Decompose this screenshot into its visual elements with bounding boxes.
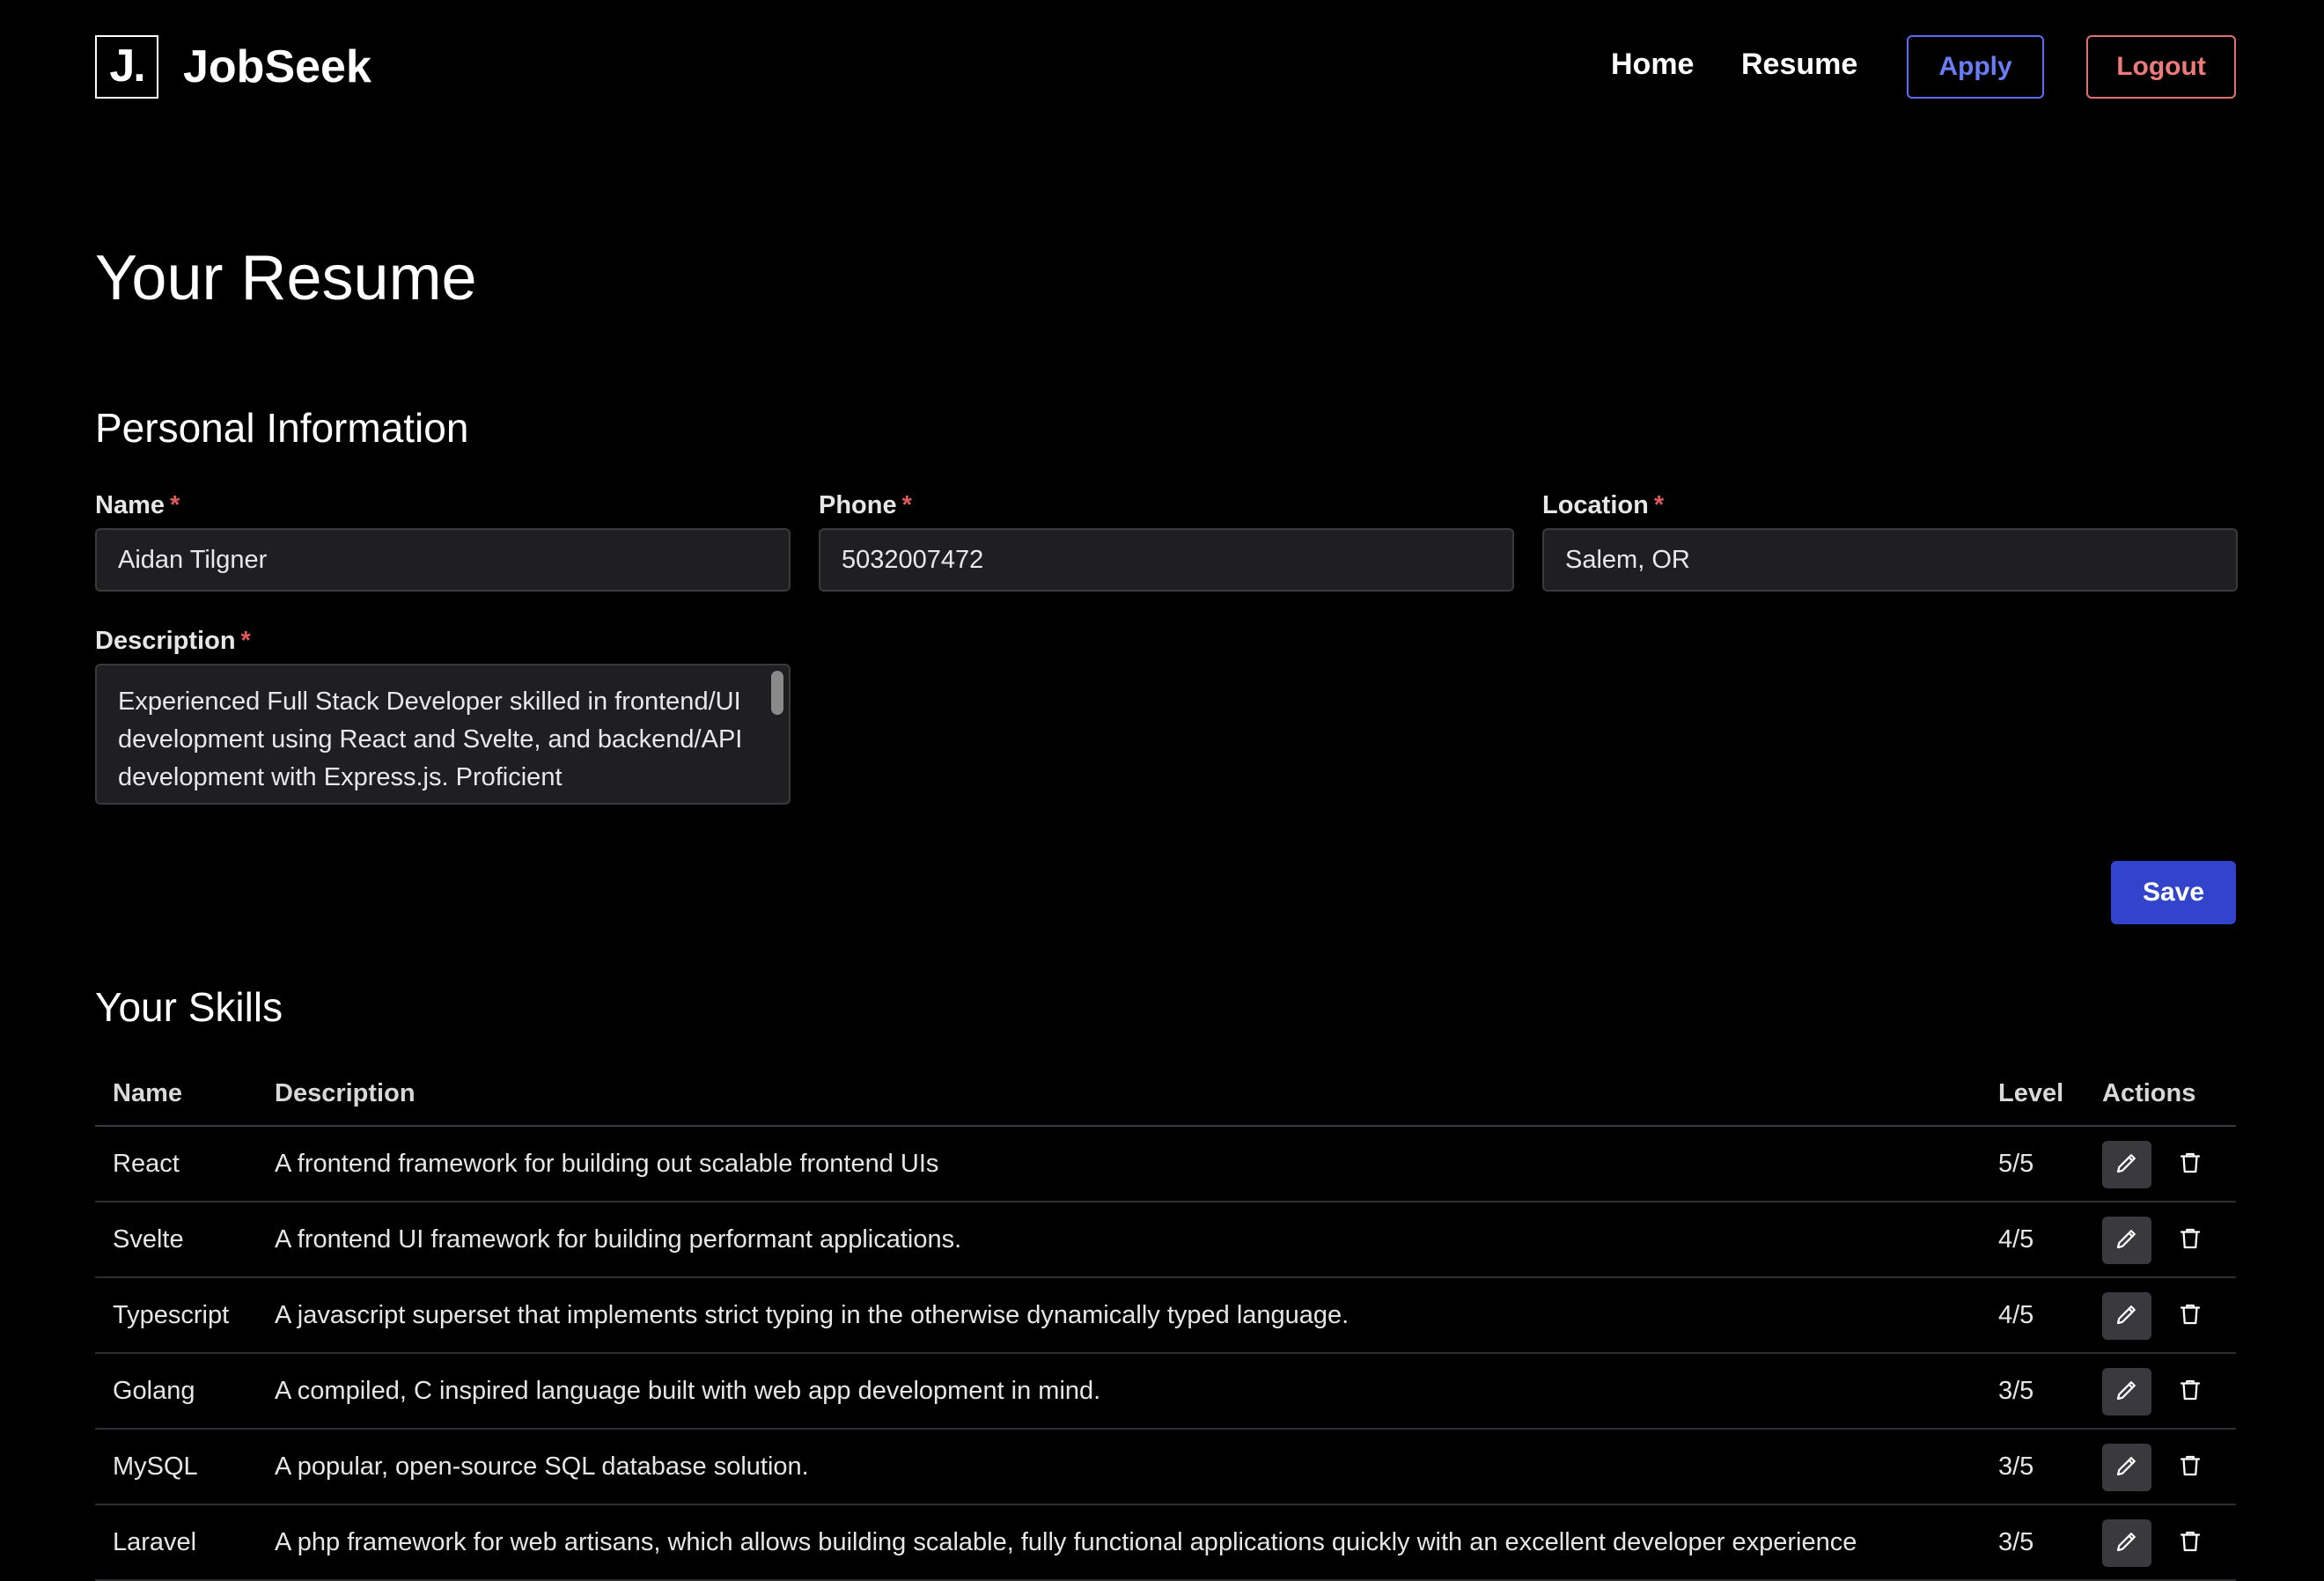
skill-level: 5/5 (1998, 1150, 2034, 1178)
phone-label: Phone * (819, 491, 912, 519)
delete-skill-button[interactable] (2166, 1141, 2215, 1188)
trash-icon (2177, 1377, 2203, 1408)
table-row: Svelte A frontend UI framework for buildi… (95, 1202, 2236, 1278)
skill-description: A frontend UI framework for building per… (275, 1225, 962, 1254)
personal-info-heading: Personal Information (95, 405, 469, 451)
location-input[interactable]: Salem, OR (1542, 528, 2238, 592)
pencil-icon (2114, 1452, 2140, 1483)
description-label: Description * (95, 627, 251, 655)
name-label: Name * (95, 491, 180, 519)
trash-icon (2177, 1528, 2203, 1559)
save-button[interactable]: Save (2111, 861, 2236, 924)
pencil-icon (2114, 1528, 2140, 1559)
skill-level: 3/5 (1998, 1452, 2034, 1481)
column-header-actions: Actions (2102, 1079, 2196, 1107)
edit-skill-button[interactable] (2102, 1217, 2151, 1264)
column-header-name: Name (113, 1079, 182, 1107)
skill-description: A php framework for web artisans, which … (275, 1528, 1857, 1556)
name-input[interactable]: Aidan Tilgner (95, 528, 791, 592)
trash-icon (2177, 1301, 2203, 1332)
apply-button[interactable]: Apply (1907, 35, 2044, 99)
edit-skill-button[interactable] (2102, 1444, 2151, 1491)
logout-button[interactable]: Logout (2086, 35, 2236, 99)
table-row: Typescript A javascript superset that imp… (95, 1278, 2236, 1354)
edit-skill-button[interactable] (2102, 1519, 2151, 1567)
nav-resume-link[interactable]: Resume (1741, 42, 1857, 86)
skill-level: 3/5 (1998, 1377, 2034, 1405)
table-row: Laravel A php framework for web artisans,… (95, 1505, 2236, 1581)
required-marker: * (170, 491, 180, 519)
location-label: Location * (1542, 491, 1665, 519)
skill-name: Svelte (113, 1225, 184, 1254)
required-marker: * (1653, 491, 1665, 519)
skill-name: React (113, 1150, 180, 1178)
delete-skill-button[interactable] (2166, 1217, 2215, 1264)
table-row: React A frontend framework for building o… (95, 1127, 2236, 1202)
delete-skill-button[interactable] (2166, 1444, 2215, 1491)
delete-skill-button[interactable] (2166, 1519, 2215, 1567)
phone-input[interactable]: 5032007472 (819, 528, 1514, 592)
skills-heading: Your Skills (95, 984, 283, 1030)
table-row: MySQL A popular, open-source SQL database… (95, 1430, 2236, 1505)
pencil-icon (2114, 1301, 2140, 1332)
skill-description: A compiled, C inspired language built wi… (275, 1377, 1101, 1405)
description-text: Experienced Full Stack Developer skilled… (118, 688, 743, 791)
skill-name: MySQL (113, 1452, 198, 1481)
skill-name: Typescript (113, 1301, 230, 1329)
pencil-icon (2114, 1225, 2140, 1256)
column-header-description: Description (275, 1079, 416, 1107)
edit-skill-button[interactable] (2102, 1368, 2151, 1416)
logo-mark[interactable]: J. (95, 35, 158, 99)
skill-level: 4/5 (1998, 1301, 2034, 1329)
column-header-level: Level (1998, 1079, 2064, 1107)
required-marker: * (240, 627, 251, 655)
edit-skill-button[interactable] (2102, 1292, 2151, 1340)
table-row: Golang A compiled, C inspired language bu… (95, 1354, 2236, 1430)
skill-level: 3/5 (1998, 1528, 2034, 1556)
skill-name: Golang (113, 1377, 195, 1405)
pencil-icon (2114, 1150, 2140, 1180)
trash-icon (2177, 1150, 2203, 1180)
skill-description: A frontend framework for building out sc… (275, 1150, 939, 1178)
brand-name[interactable]: JobSeek (183, 39, 371, 95)
description-textarea[interactable]: Experienced Full Stack Developer skilled… (95, 664, 791, 805)
required-marker: * (901, 491, 912, 519)
skill-level: 4/5 (1998, 1225, 2034, 1254)
textarea-scrollbar[interactable] (771, 671, 783, 715)
nav-home-link[interactable]: Home (1611, 42, 1694, 86)
table-header: Name Description Level Actions (95, 1065, 2236, 1127)
table-body: React A frontend framework for building o… (95, 1127, 2236, 1581)
edit-skill-button[interactable] (2102, 1141, 2151, 1188)
top-navbar: J. JobSeek Home Resume Apply Logout (0, 0, 2324, 134)
pencil-icon (2114, 1377, 2140, 1408)
skill-description: A javascript superset that implements st… (275, 1301, 1350, 1329)
trash-icon (2177, 1452, 2203, 1483)
trash-icon (2177, 1225, 2203, 1256)
delete-skill-button[interactable] (2166, 1368, 2215, 1416)
page-title: Your Resume (95, 243, 477, 313)
skill-name: Laravel (113, 1528, 197, 1556)
skills-table: Name Description Level Actions React A fr… (95, 1065, 2236, 1581)
delete-skill-button[interactable] (2166, 1292, 2215, 1340)
skill-description: A popular, open-source SQL database solu… (275, 1452, 809, 1481)
